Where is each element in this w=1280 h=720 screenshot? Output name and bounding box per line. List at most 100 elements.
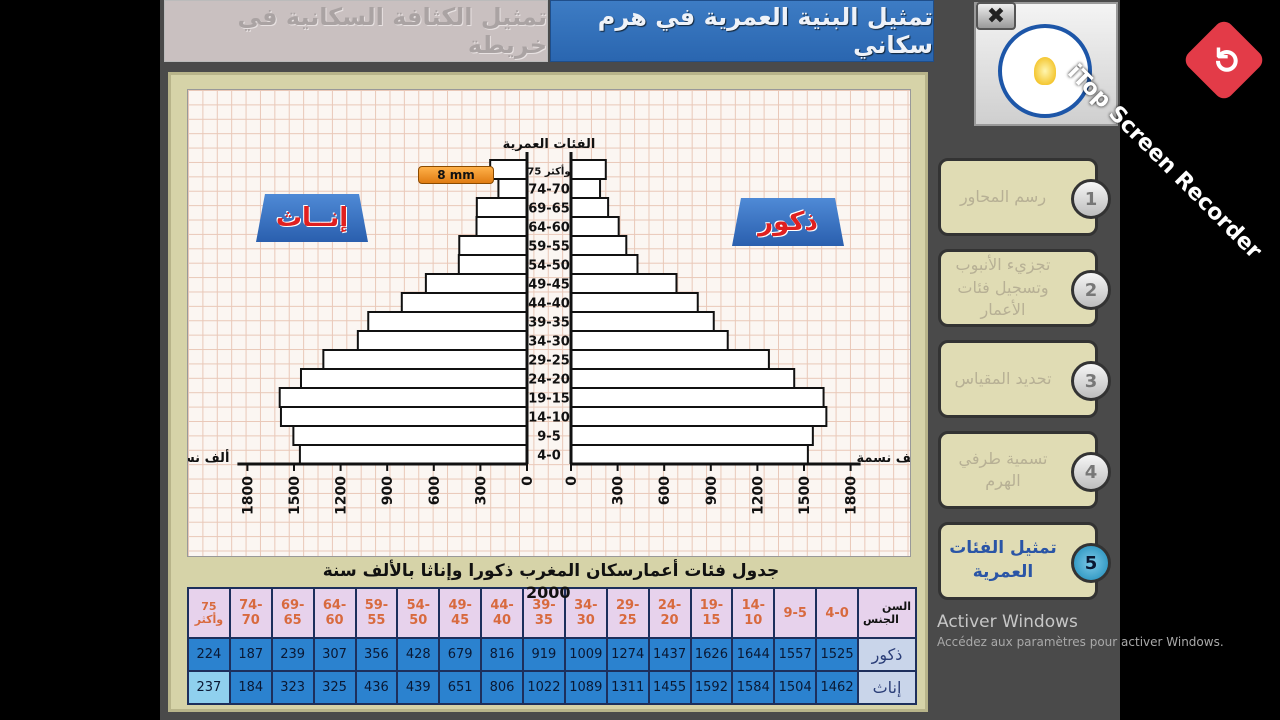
age-group-label: 44-40 bbox=[528, 297, 570, 312]
male-bar bbox=[570, 311, 715, 332]
male-bar bbox=[570, 425, 814, 446]
male-bar bbox=[570, 368, 796, 389]
males-value-cell: 679 bbox=[438, 637, 483, 673]
males-value-cell: 919 bbox=[522, 637, 566, 673]
males-value-cell: 1557 bbox=[773, 637, 818, 673]
female-bar bbox=[458, 235, 528, 256]
female-bar bbox=[424, 273, 529, 294]
age-header-cell: 49-45 bbox=[438, 586, 483, 640]
tab-density-map[interactable]: تمثيل الكثافة السكانية في خريطة bbox=[164, 0, 548, 62]
males-value-cell: 1437 bbox=[647, 637, 692, 673]
male-bar bbox=[570, 292, 699, 313]
bulb-icon bbox=[1034, 57, 1056, 85]
age-group-label: 14-10 bbox=[528, 411, 570, 426]
age-header-cell: 74-70 bbox=[228, 586, 273, 640]
step-number-badge: 4 bbox=[1071, 452, 1111, 492]
female-bar bbox=[400, 292, 528, 313]
age-group-label: 34-30 bbox=[528, 335, 570, 350]
step-5-button[interactable]: تمثيل الفئات العمرية 5 bbox=[938, 522, 1111, 600]
step-3-button[interactable]: تحديد المقياس 3 bbox=[938, 340, 1111, 418]
females-value-cell: 1504 bbox=[773, 670, 818, 705]
age-group-label: 64-60 bbox=[528, 221, 570, 236]
male-bar bbox=[570, 387, 825, 408]
male-bar bbox=[570, 216, 620, 237]
males-value-cell: 816 bbox=[480, 637, 524, 673]
tab-age-pyramid[interactable]: تمثيل البنية العمرية في هرم سكاني bbox=[550, 0, 934, 62]
age-header-cell: 75 وأكثر bbox=[187, 586, 231, 640]
table-year: 2000 bbox=[526, 583, 571, 602]
tick-label: 600 bbox=[657, 476, 673, 505]
graph-paper: 4-0 9-5 14-10 19-15 24-20 29-25 34-30 39-35 44-4… bbox=[187, 89, 911, 557]
females-value-cell: 184 bbox=[228, 670, 273, 705]
female-bar bbox=[292, 425, 529, 446]
age-header-cell: 64-60 bbox=[312, 586, 357, 640]
step-label: تسمية طرفي الهرم bbox=[958, 448, 1048, 490]
females-value-cell: 651 bbox=[438, 670, 483, 705]
female-bar bbox=[299, 368, 528, 389]
age-group-label: 4-0 bbox=[537, 449, 561, 464]
age-header-cell: 4-0 bbox=[815, 586, 859, 640]
females-value-cell: 806 bbox=[480, 670, 524, 705]
step-label: تحديد المقياس bbox=[954, 368, 1052, 388]
males-value-cell: 1009 bbox=[563, 637, 608, 673]
male-bar bbox=[570, 406, 828, 427]
tick-label: 300 bbox=[473, 476, 489, 505]
table-title: جدول فئات أعمارسكان المغرب ذكورا وإناثا … bbox=[322, 561, 780, 581]
age-group-label: 29-25 bbox=[528, 354, 570, 369]
females-value-cell: 436 bbox=[354, 670, 399, 705]
tick-label: 1800 bbox=[240, 476, 256, 515]
male-bar bbox=[570, 254, 639, 275]
tick-label: 1800 bbox=[844, 476, 860, 515]
age-group-label: 24-20 bbox=[528, 373, 570, 388]
step-1-button[interactable]: رسم المحاور 1 bbox=[938, 158, 1111, 236]
age-header-cell: 44-40 bbox=[480, 586, 524, 640]
males-value-cell: 428 bbox=[396, 637, 441, 673]
female-bar bbox=[497, 178, 529, 199]
tick-label: 0 bbox=[520, 476, 536, 486]
tick-label: 0 bbox=[564, 476, 580, 486]
female-bar bbox=[475, 216, 528, 237]
tick-label: 1500 bbox=[287, 476, 303, 515]
males-tag: ذكور bbox=[732, 198, 844, 246]
tick-label: 300 bbox=[611, 476, 627, 505]
females-value-cell: 1089 bbox=[563, 670, 608, 705]
step-number-badge: 5 bbox=[1071, 543, 1111, 583]
step-label: رسم المحاور bbox=[959, 186, 1047, 206]
female-bar bbox=[356, 330, 528, 351]
drawing-board: 4-0 9-5 14-10 19-15 24-20 29-25 34-30 39-35 44-4… bbox=[168, 72, 928, 712]
tick-label: 900 bbox=[704, 476, 720, 505]
male-bar bbox=[570, 330, 729, 351]
scale-badge[interactable]: 8 mm bbox=[418, 166, 494, 184]
males-value-cell: 1274 bbox=[605, 637, 650, 673]
males-value-cell: 1525 bbox=[815, 637, 859, 673]
step-2-button[interactable]: تجزيء الأنبوب وتسجيل فئات الأعمار 2 bbox=[938, 249, 1111, 327]
age-header-cell: 69-65 bbox=[270, 586, 315, 640]
age-header-cell: 34-30 bbox=[563, 586, 608, 640]
step-number-badge: 3 bbox=[1071, 361, 1111, 401]
females-value-cell: 1462 bbox=[815, 670, 859, 705]
age-group-label: 19-15 bbox=[528, 392, 570, 407]
age-group-label: 59-55 bbox=[528, 240, 570, 255]
step-4-button[interactable]: تسمية طرفي الهرم 4 bbox=[938, 431, 1111, 509]
close-button[interactable]: ✖ bbox=[976, 2, 1016, 30]
females-value-cell: 1022 bbox=[522, 670, 566, 705]
step-number-badge: 2 bbox=[1071, 270, 1111, 310]
tick-label: 900 bbox=[380, 476, 396, 505]
close-icon: ✖ bbox=[986, 4, 1006, 29]
age-header-cell: 19-15 bbox=[689, 586, 734, 640]
age-pyramid-chart: 4-0 9-5 14-10 19-15 24-20 29-25 34-30 39-35 44-4… bbox=[188, 137, 910, 515]
windows-activation-title: Activer Windows bbox=[937, 612, 1078, 632]
tick-label: 1500 bbox=[797, 476, 813, 515]
males-value-cell: 1626 bbox=[689, 637, 734, 673]
male-bar bbox=[570, 159, 607, 180]
male-bar bbox=[570, 349, 770, 370]
females-value-cell: 1311 bbox=[605, 670, 650, 705]
female-bar bbox=[322, 349, 528, 370]
males-value-cell: 307 bbox=[312, 637, 357, 673]
females-value-cell: 1455 bbox=[647, 670, 692, 705]
females-row: إناث 1462 1504 1584 1592 1455 1311 1089 1022 806… bbox=[187, 670, 917, 705]
female-bar bbox=[298, 444, 528, 465]
males-value-cell: 1644 bbox=[731, 637, 776, 673]
age-group-label: 69-65 bbox=[528, 202, 570, 217]
males-value-cell: 239 bbox=[270, 637, 315, 673]
